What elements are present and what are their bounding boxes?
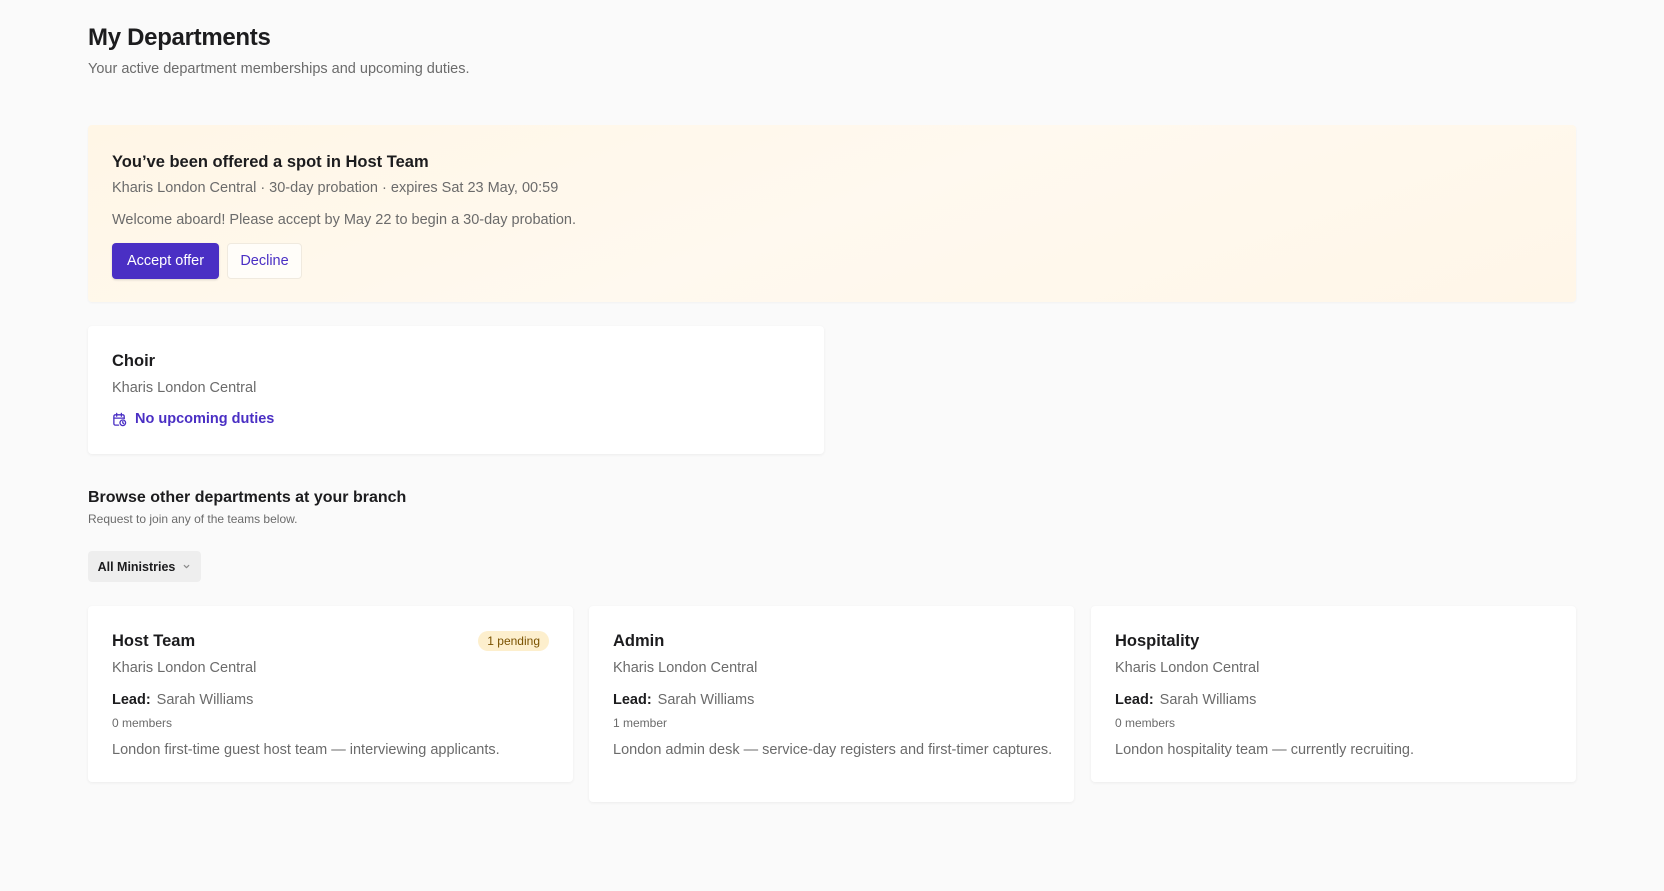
department-card-host-team[interactable]: Host Team 1 pending Kharis London Centra…	[88, 606, 573, 782]
department-lead: Lead: Sarah Williams	[112, 692, 253, 708]
decline-offer-button[interactable]: Decline	[227, 243, 302, 279]
accept-offer-button[interactable]: Accept offer	[112, 243, 219, 279]
department-branch: Kharis London Central	[1115, 660, 1260, 676]
upcoming-duties-label: No upcoming duties	[135, 411, 275, 427]
department-branch: Kharis London Central	[613, 660, 758, 676]
department-lead: Lead: Sarah Williams	[613, 692, 754, 708]
department-member-count: 1 member	[613, 716, 668, 730]
department-branch: Kharis London Central	[112, 660, 257, 676]
lead-label: Lead:	[1115, 692, 1154, 708]
offer-banner: You’ve been offered a spot in Host Team …	[88, 125, 1576, 302]
browse-subtitle: Request to join any of the teams below.	[88, 512, 298, 526]
department-card-admin[interactable]: Admin Kharis London Central Lead: Sarah W…	[589, 606, 1074, 802]
pending-badge: 1 pending	[478, 631, 549, 651]
upcoming-duties-link[interactable]: No upcoming duties	[112, 411, 274, 427]
department-description: London hospitality team — currently recr…	[1115, 742, 1415, 758]
department-lead: Lead: Sarah Williams	[1115, 692, 1256, 708]
chevron-down-icon	[182, 560, 191, 574]
department-description: London admin desk — service-day register…	[613, 742, 1053, 758]
department-card-hospitality[interactable]: Hospitality Kharis London Central Lead: S…	[1091, 606, 1576, 782]
lead-name: Sarah Williams	[156, 692, 254, 708]
lead-label: Lead:	[112, 692, 151, 708]
ministry-filter-dropdown[interactable]: All Ministries	[88, 551, 201, 582]
page-title: My Departments	[88, 24, 271, 51]
department-member-count: 0 members	[1115, 716, 1176, 730]
ministry-filter-label: All Ministries	[97, 559, 176, 574]
lead-name: Sarah Williams	[657, 692, 755, 708]
page-subtitle: Your active department memberships and u…	[88, 61, 470, 77]
lead-label: Lead:	[613, 692, 652, 708]
department-description: London first-time guest host team — inte…	[112, 742, 500, 758]
calendar-clock-icon	[112, 412, 127, 427]
page: My Departments Your active department me…	[0, 0, 1664, 891]
membership-name: Choir	[112, 352, 156, 370]
offer-message: Welcome aboard! Please accept by May 22 …	[112, 212, 577, 228]
department-name: Host Team	[112, 632, 196, 650]
membership-branch: Kharis London Central	[112, 380, 257, 396]
department-name: Admin	[613, 632, 665, 650]
offer-title: You’ve been offered a spot in Host Team	[112, 153, 429, 171]
department-member-count: 0 members	[112, 716, 173, 730]
offer-meta: Kharis London Central · 30-day probation…	[112, 180, 559, 196]
membership-card-choir[interactable]: Choir Kharis London Central No upcoming …	[88, 326, 824, 454]
lead-name: Sarah Williams	[1159, 692, 1257, 708]
browse-title: Browse other departments at your branch	[88, 489, 407, 506]
department-name: Hospitality	[1115, 632, 1200, 650]
